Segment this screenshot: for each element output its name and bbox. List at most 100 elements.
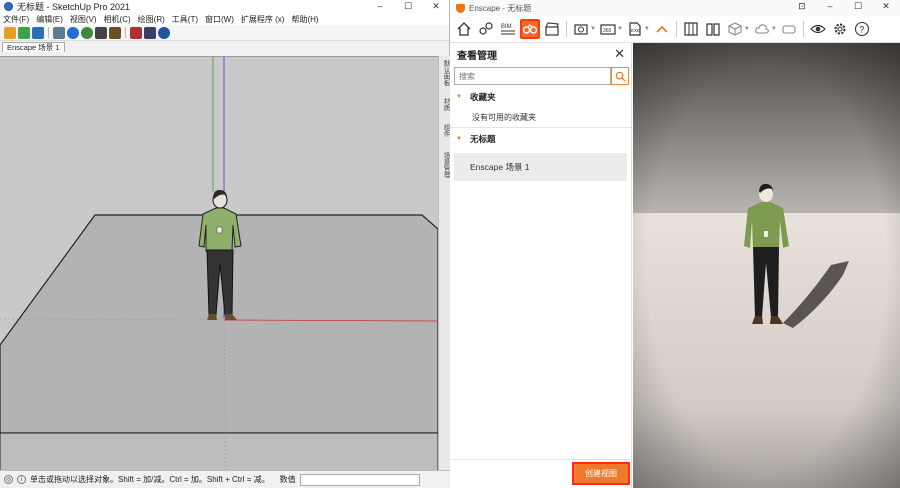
bim-button[interactable]: BIM <box>498 19 518 39</box>
close-button[interactable]: ✕ <box>422 0 450 12</box>
eye-icon <box>809 24 826 34</box>
asset-library-button[interactable] <box>703 19 723 39</box>
enscape-maximize-button[interactable]: ☐ <box>844 0 872 12</box>
chevron-down-icon[interactable]: ▼ <box>771 26 777 32</box>
menu-edit[interactable]: 编辑(E) <box>36 14 63 25</box>
help-button[interactable]: ? <box>852 19 872 39</box>
toolbar-separator <box>125 27 126 38</box>
menu-draw[interactable]: 绘图(R) <box>138 14 165 25</box>
favorites-label: 收藏夹 <box>469 92 496 102</box>
info-icon[interactable]: i <box>17 475 26 484</box>
cloud-icon <box>755 24 769 34</box>
maximize-button[interactable]: ☐ <box>394 0 422 12</box>
navigation-button[interactable] <box>476 19 496 39</box>
video-editor-button[interactable] <box>542 19 562 39</box>
default-tray: 默认面板 材质 组件 场景管理 <box>438 56 450 470</box>
sketchup-title: 无标题 - SketchUp Pro 2021 <box>17 2 131 12</box>
favorites-section-header[interactable]: ▼ 收藏夹 <box>450 86 631 108</box>
enscape-pin-button[interactable]: ⊡ <box>788 0 816 12</box>
triangle-down-icon: ▼ <box>456 94 462 100</box>
menu-window[interactable]: 窗口(W) <box>205 14 234 25</box>
material-editor-button[interactable] <box>725 19 745 39</box>
message-icon[interactable] <box>144 26 156 39</box>
cube-icon <box>728 22 742 36</box>
view-management-button[interactable] <box>520 19 540 39</box>
toolbar-separator <box>566 21 567 37</box>
bim-icon: BIM <box>501 24 515 35</box>
svg-text:EXE: EXE <box>631 28 640 33</box>
sketchup-viewport[interactable] <box>0 56 438 470</box>
visual-settings-button[interactable] <box>808 19 828 39</box>
chevron-down-icon[interactable]: ▼ <box>590 26 596 32</box>
enscape-logo-icon <box>456 3 465 13</box>
enscape-minimize-button[interactable]: – <box>816 0 844 12</box>
warehouse-icon[interactable] <box>4 26 16 39</box>
create-view-button[interactable]: 创建视图 <box>572 462 630 485</box>
home-button[interactable] <box>454 19 474 39</box>
map-icon <box>684 22 698 36</box>
chevron-down-icon[interactable]: ▼ <box>617 26 623 32</box>
general-settings-button[interactable] <box>830 19 850 39</box>
panorama-button[interactable]: 360 <box>598 19 618 39</box>
sketchup-toolbar <box>0 25 449 41</box>
menu-file[interactable]: 文件(F) <box>3 14 29 25</box>
gear-icon <box>834 23 846 35</box>
tray-materials[interactable]: 材质 <box>440 98 450 111</box>
terrain-icon[interactable] <box>81 26 93 39</box>
enscape-title: Enscape - 无标题 <box>469 3 532 13</box>
cloud-icon[interactable] <box>109 26 121 39</box>
chevron-down-icon[interactable]: ▼ <box>744 26 750 32</box>
search-input[interactable] <box>454 67 611 85</box>
tray-scenes[interactable]: 场景管理 <box>440 152 450 178</box>
home-icon <box>457 22 471 36</box>
view-item[interactable]: Enscape 场景 1 <box>454 153 627 181</box>
enscape-close-button[interactable]: ✕ <box>872 0 900 12</box>
panorama-icon: 360 <box>600 24 616 35</box>
tray-components[interactable]: 组件 <box>440 124 450 137</box>
menu-help[interactable]: 帮助(H) <box>291 14 318 25</box>
sketchup-logo-icon <box>4 2 13 11</box>
untitled-group-label: 无标题 <box>469 134 496 144</box>
menu-view[interactable]: 视图(V) <box>70 14 97 25</box>
svg-text:?: ? <box>859 25 864 35</box>
enscape-window-controls: ⊡ – ☐ ✕ <box>788 0 900 12</box>
layout-icon[interactable] <box>32 26 44 39</box>
menu-tools[interactable]: 工具(T) <box>172 14 198 25</box>
vr-button[interactable] <box>779 19 799 39</box>
toolbar-separator <box>802 21 804 37</box>
tray-default-panel[interactable]: 默认面板 <box>440 60 450 86</box>
screenshot-button[interactable] <box>571 19 591 39</box>
search-icon <box>615 71 626 82</box>
photo-texture-icon[interactable] <box>95 26 107 39</box>
scene-tab-enscape-1[interactable]: Enscape 场景 1 <box>2 42 65 52</box>
minimize-button[interactable]: – <box>366 0 394 12</box>
sketchup-menu-bar: 文件(F) 编辑(E) 视图(V) 相机(C) 绘图(R) 工具(T) 窗口(W… <box>0 13 449 25</box>
measurements-input[interactable] <box>299 473 420 486</box>
extension-icon[interactable] <box>18 26 30 39</box>
menu-extensions[interactable]: 扩展程序 (x) <box>241 14 285 25</box>
view-management-title: 查看管理 <box>457 50 497 62</box>
export-button[interactable]: EXE <box>625 19 645 39</box>
binoculars-icon <box>522 24 538 34</box>
clapperboard-icon <box>545 22 559 36</box>
favorites-empty-message: 没有可用的收藏夹 <box>450 108 631 128</box>
help-icon: ? <box>854 21 869 37</box>
toolbar-separator <box>675 21 677 37</box>
view-management-panel: 查看管理 ✕ ▼ 收藏夹 没有可用的收藏夹 ▼ 无标题 Enscape 场景 1… <box>450 43 632 488</box>
sketchup-window: 无标题 - SketchUp Pro 2021 – ☐ ✕ 文件(F) 编辑(E… <box>0 0 450 488</box>
style-builder-icon[interactable] <box>53 26 65 39</box>
info-icon[interactable] <box>158 26 170 39</box>
upload-button[interactable] <box>752 19 772 39</box>
settings-icon[interactable] <box>130 26 142 39</box>
enscape-render-view[interactable] <box>633 43 900 488</box>
geolocation-icon[interactable]: ◎ <box>4 475 13 484</box>
panel-close-icon[interactable]: ✕ <box>614 46 625 62</box>
search-button[interactable] <box>611 67 629 85</box>
menu-camera[interactable]: 相机(C) <box>104 14 131 25</box>
add-location-icon[interactable] <box>67 26 79 39</box>
collapse-button[interactable] <box>652 19 672 39</box>
untitled-group-header[interactable]: ▼ 无标题 <box>450 128 631 150</box>
chevron-down-icon[interactable]: ▼ <box>644 26 650 32</box>
map-button[interactable] <box>681 19 701 39</box>
ground-front-face <box>0 432 438 470</box>
